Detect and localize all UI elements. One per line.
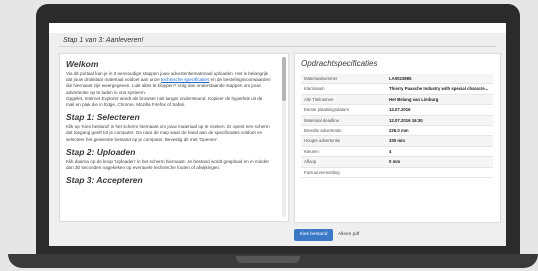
specifications-panel: Opdrachtspecificaties Materiaalnummer LA…: [294, 53, 501, 223]
step2-text: Klik daarna op de knop 'Uploaden' in het…: [66, 158, 269, 171]
row-label: Materiaalnummer: [304, 76, 338, 81]
row-label: Afloop: [304, 159, 317, 165]
row-value: 330 mm: [389, 138, 406, 144]
row-value: LA0023985: [389, 76, 412, 81]
specifications-table: Materiaalnummer LA0023985 Klantnaam Thie…: [301, 74, 493, 178]
row-value: Het Belang van Limburg: [389, 96, 439, 102]
table-row: Afloop 0 mm: [301, 157, 493, 168]
row-value: [389, 168, 493, 177]
row-value: 0 mm: [389, 159, 401, 165]
row-value: 4: [389, 148, 392, 154]
row-value: 14.07.2016: [389, 107, 411, 113]
row-value: 226.0 mm: [389, 127, 409, 133]
header-strip: [49, 23, 506, 33]
instructions-panel[interactable]: Welkom Via dit portaal kan je in 3 eenvo…: [59, 53, 289, 222]
table-row: Alle Titelnamen Het Belang van Limburg: [301, 94, 493, 106]
browser-notice: Opgelet, Internet Explorer wordt als bro…: [66, 95, 263, 108]
welcome-heading: Welkom: [66, 59, 99, 69]
step1-text: Klik op 'Kies bestand' in het scherm hie…: [66, 124, 270, 142]
table-row: Materiaal deadline 12.07.2016 16:30: [301, 115, 493, 126]
instructions-content: Welkom Via dit portaal kan je in 3 eenvo…: [66, 59, 272, 187]
table-row: Eerste plaatsingsdatum 14.07.2016: [301, 105, 493, 116]
welcome-paragraph: Via dit portaal kan je in 3 eenvoudige s…: [66, 71, 272, 108]
page-title: Stap 1 van 3: Aanleveren!: [63, 37, 144, 44]
step3-heading: Stap 3: Accepteren: [66, 175, 143, 186]
divider: [59, 46, 496, 47]
row-label: Alle Titelnamen: [304, 96, 334, 102]
row-label: Factuurvermelding: [304, 169, 340, 175]
step1-heading: Stap 1: Selecteren: [66, 112, 140, 123]
scrollbar-thumb[interactable]: [282, 57, 286, 101]
table-row: Hoogte advertentie 330 mm: [301, 136, 493, 147]
row-label: Eerste plaatsingsdatum: [304, 107, 349, 113]
instructions-scrollbar[interactable]: [282, 57, 286, 217]
pdf-only-hint: Alleen pdf: [338, 232, 360, 237]
table-row: Factuurvermelding: [301, 168, 493, 178]
laptop-notch: [236, 256, 300, 263]
row-label: Hoogte advertentie: [304, 138, 341, 144]
table-row: Klantnaam Thierry Paasche Industry with …: [301, 84, 493, 95]
table-row: Kleuren 4: [301, 147, 493, 158]
specifications-title: Opdrachtspecificaties: [301, 59, 378, 68]
technical-specs-link[interactable]: technische specificaties: [161, 77, 209, 82]
screen: Stap 1 van 3: Aanleveren! Welkom Via dit…: [49, 23, 506, 246]
table-row: Breedte advertentie 226.0 mm: [301, 126, 493, 137]
step2-heading: Stap 2: Uploaden: [66, 146, 136, 157]
choose-file-button[interactable]: Kies bestand: [294, 229, 333, 241]
table-row: Materiaalnummer LA0023985: [301, 74, 493, 85]
row-label: Kleuren: [304, 148, 319, 154]
row-value: Thierry Paasche Industry with special ch…: [389, 86, 489, 92]
row-label: Klantnaam: [304, 86, 325, 92]
row-label: Breedte advertentie: [304, 127, 342, 133]
row-value: 12.07.2016 16:30: [389, 117, 423, 123]
row-label: Materiaal deadline: [304, 117, 340, 123]
